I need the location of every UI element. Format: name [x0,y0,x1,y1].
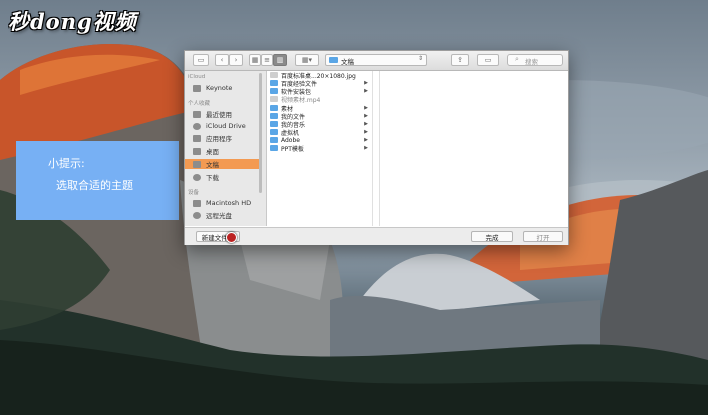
downloads-icon [193,173,201,181]
disk-icon [193,199,201,207]
disclosure-arrow-icon: ▶ [364,80,368,86]
folder-icon [270,145,278,151]
sidebar-item-label: 文稿 [206,161,219,169]
desktop-icon [193,147,201,155]
disclosure-arrow-icon: ▶ [364,113,368,119]
done-button[interactable]: 完成 [471,231,513,242]
folder-icon [270,105,278,111]
list-item[interactable]: PPT模板 ▶ [270,144,370,153]
chevron-right-icon[interactable]: › [229,54,243,66]
icon-view-icon[interactable]: ▦ [249,54,261,66]
file-dialog: ▭ ‹ › ▦ ≡ ▥ ▦▾ 文稿 ⇕ ⇪ ▭ ⌕ 搜索 iCloud Keyn… [184,50,569,245]
list-item[interactable]: 视频素材.mp4 [270,95,370,104]
path-label: 文稿 [341,58,354,66]
folder-icon [270,80,278,86]
folder-icon [270,121,278,127]
sidebar-item-recents[interactable]: 最近使用 [185,109,259,119]
folder-icon [270,113,278,119]
sidebar-section-title: 设备 [188,190,200,196]
dialog-sidebar: iCloud Keynote 个人收藏 最近使用 iCloud Drive 应用… [185,71,267,226]
sidebar-item-macintosh-hd[interactable]: Macintosh HD [185,198,259,208]
documents-icon [193,160,201,168]
disclosure-arrow-icon: ▶ [364,105,368,111]
disclosure-arrow-icon: ▶ [364,88,368,94]
tip-title: 小提示: [48,157,85,170]
watermark-logo-text: 秒dong视频 [8,9,137,34]
dialog-footer: 新建文件夹 完成 打开 [185,227,568,245]
chevron-left-icon[interactable]: ‹ [215,54,229,66]
arrange-icon[interactable]: ▦▾ [295,54,319,66]
recents-icon [193,110,201,118]
updown-icon: ⇕ [417,55,423,62]
sidebar-item-label: 下载 [206,174,219,182]
disclosure-arrow-icon: ▶ [364,137,368,143]
empty-column [373,71,380,226]
file-name: Adobe [281,136,300,144]
sidebar-item-applications[interactable]: 应用程序 [185,133,259,143]
disclosure-arrow-icon: ▶ [364,121,368,127]
applications-icon [193,134,201,142]
share-icon[interactable]: ⇪ [451,54,469,66]
tip-box: 小提示: 选取合适的主题 [16,141,179,220]
folder-icon [329,57,338,63]
disclosure-arrow-icon: ▶ [364,145,368,151]
sidebar-item-label: 远程光盘 [206,212,232,220]
folder-icon [270,137,278,143]
sidebar-item-keynote[interactable]: Keynote [185,83,259,93]
keynote-icon [193,84,201,92]
list-view-icon[interactable]: ≡ [261,54,273,66]
column-view-icon[interactable]: ▥ [273,54,287,66]
cloud-icon [193,122,201,130]
sidebar-item-remote-disc[interactable]: 远程光盘 [185,210,259,220]
open-button[interactable]: 打开 [523,231,563,242]
search-icon: ⌕ [515,55,519,63]
video-file-icon [270,96,278,102]
file-name: PPT模板 [281,145,304,153]
dialog-toolbar: ▭ ‹ › ▦ ≡ ▥ ▦▾ 文稿 ⇕ ⇪ ▭ ⌕ 搜索 [185,51,568,71]
remote-disc-icon [193,211,201,219]
sidebar-section-title: iCloud [188,74,206,80]
sidebar-item-label: 桌面 [206,148,219,156]
sidebar-item-documents[interactable]: 文稿 [185,159,259,169]
list-item[interactable]: 虚拟机 ▶ [270,128,370,137]
sidebar-section-title: 个人收藏 [188,101,211,107]
folder-icon [270,129,278,135]
sidebar-item-label: Keynote [206,84,233,92]
folder-icon [270,88,278,94]
sidebar-icon[interactable]: ▭ [193,54,209,66]
sidebar-item-downloads[interactable]: 下载 [185,172,259,182]
search-placeholder: 搜索 [525,58,538,66]
sidebar-item-label: Macintosh HD [206,199,252,207]
cursor-icon [226,232,237,243]
sidebar-item-label: 应用程序 [206,135,232,143]
tag-icon[interactable]: ▭ [477,54,499,66]
file-name: 视频素材.mp4 [281,96,321,104]
tip-body: 选取合适的主题 [56,179,133,192]
image-file-icon [270,72,278,78]
sidebar-item-label: 最近使用 [206,111,232,119]
sidebar-scrollbar[interactable] [259,73,262,193]
watermark-logo: 秒dong视频 [8,6,137,36]
path-popup[interactable]: 文稿 ⇕ [325,54,427,66]
search-input[interactable]: ⌕ 搜索 [507,54,563,66]
disclosure-arrow-icon: ▶ [364,129,368,135]
sidebar-item-icloud-drive[interactable]: iCloud Drive [185,121,259,131]
sidebar-item-label: iCloud Drive [206,122,246,130]
sidebar-item-desktop[interactable]: 桌面 [185,146,259,156]
file-column: 百度标准桌...20×1080.jpg 百度经验文件 ▶ 软件安装包 ▶ 视频素… [267,71,373,226]
